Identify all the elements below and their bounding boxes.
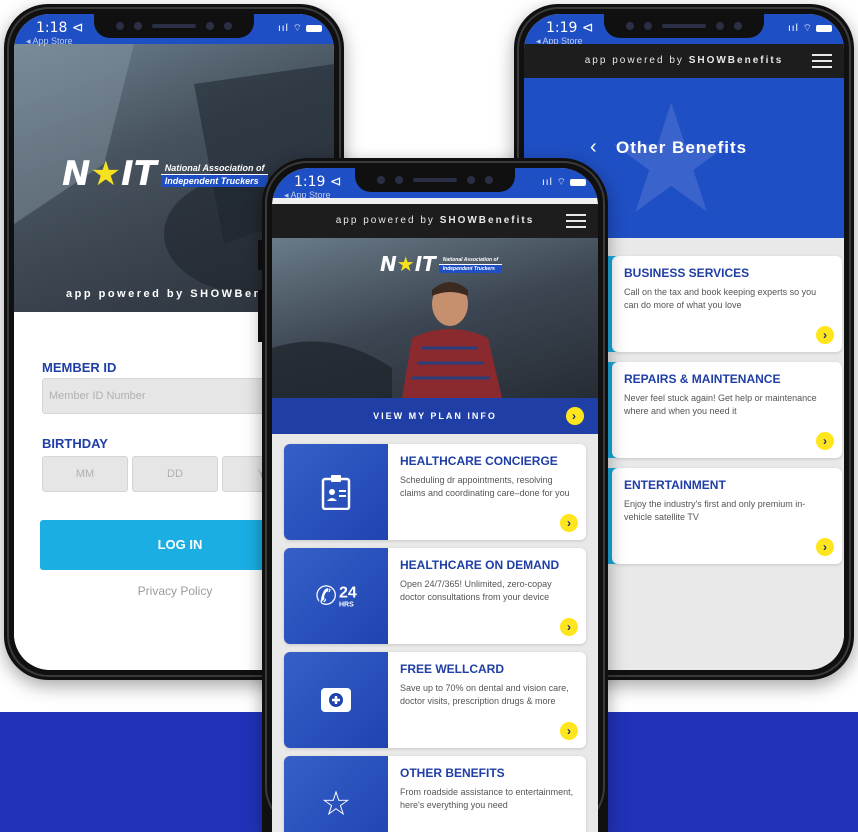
hamburger-menu-icon[interactable] [812,54,832,68]
phone-home: 1:19 ⊲ ◂ App Store ııl ⌔ app powered by … [262,158,608,832]
home-screen: 1:19 ⊲ ◂ App Store ııl ⌔ app powered by … [272,168,598,832]
card-image [284,444,388,540]
logo-text: National Association of Independent Truc… [160,162,269,187]
hamburger-menu-icon[interactable] [566,214,586,228]
business-services-card[interactable]: BUSINESS SERVICES Call on the tax and boo… [612,256,842,352]
top-bar: app powered by SHOWBenefits [524,44,844,78]
birthday-day-input[interactable]: DD [132,456,218,492]
other-benefits-card[interactable]: ☆ OTHER BENEFITS From roadside assistance… [284,756,586,832]
logo-text: National Association of Independent Truc… [438,256,503,273]
free-wellcard-card[interactable]: FREE WELLCARD Save up to 70% on dental an… [284,652,586,748]
signal-wifi-battery-icon: ııl ⌔ [278,22,322,35]
notch [94,14,254,38]
powered-by-text: app powered by SHOWBene [66,288,272,300]
status-bar: 1:19 ⊲ ◂ App Store ııl ⌔ [272,168,598,201]
app-store-back-link[interactable]: ◂ App Store [284,190,331,201]
nait-logo: N★IT National Association of Independent… [380,252,503,276]
app-store-back-link[interactable]: ◂ App Store [26,36,73,47]
view-plan-info-button[interactable]: VIEW MY PLAN INFO › [272,398,598,434]
entertainment-card[interactable]: ENTERTAINMENT Enjoy the industry's first … [612,468,842,564]
phone-24hrs-icon: ✆ 24 HRS [315,580,357,611]
hero-image: N★IT National Association of Independent… [272,238,598,398]
birthday-label: BIRTHDAY [42,436,108,451]
chevron-right-icon[interactable]: › [560,722,578,740]
chevron-right-icon[interactable]: › [566,407,584,425]
member-id-label: MEMBER ID [42,360,117,375]
chevron-right-icon[interactable]: › [816,538,834,556]
star-icon: ☆ [320,785,352,823]
status-bar: 1:18 ⊲ ◂ App Store ııl ⌔ [14,14,334,47]
back-chevron-icon[interactable]: ‹ [590,136,597,159]
chevron-right-icon[interactable]: › [560,618,578,636]
card-image: ☆ [284,756,388,832]
page-title: Other Benefits [616,138,748,157]
background-star-icon: ★ [604,75,739,243]
nait-logo: N★IT National Association of Independent… [62,154,269,194]
card-image: ✆ 24 HRS [284,548,388,644]
logo-mark: N★IT [380,252,436,276]
clipboard-id-icon [321,475,351,510]
signal-wifi-battery-icon: ııl ⌔ [542,176,586,189]
top-bar: app powered by SHOWBenefits [272,204,598,238]
chevron-right-icon[interactable]: › [816,326,834,344]
chevron-right-icon[interactable]: › [560,514,578,532]
medical-card-icon [321,688,351,712]
logo-mark: N★IT [62,154,157,194]
card-image [284,652,388,748]
healthcare-on-demand-card[interactable]: ✆ 24 HRS HEALTHCARE ON DEMAND Open 24/7/36… [284,548,586,644]
benefits-list: HEALTHCARE CONCIERGE Scheduling dr appoin… [272,434,598,832]
signal-wifi-battery-icon: ııl ⌔ [788,22,832,35]
chevron-right-icon[interactable]: › [816,432,834,450]
status-bar: 1:19 ⊲ ◂ App Store ııl ⌔ [524,14,844,46]
notch [604,14,764,38]
birthday-month-input[interactable]: MM [42,456,128,492]
notch [355,168,515,192]
repairs-maintenance-card[interactable]: REPAIRS & MAINTENANCE Never feel stuck ag… [612,362,842,458]
healthcare-concierge-card[interactable]: HEALTHCARE CONCIERGE Scheduling dr appoin… [284,444,586,540]
